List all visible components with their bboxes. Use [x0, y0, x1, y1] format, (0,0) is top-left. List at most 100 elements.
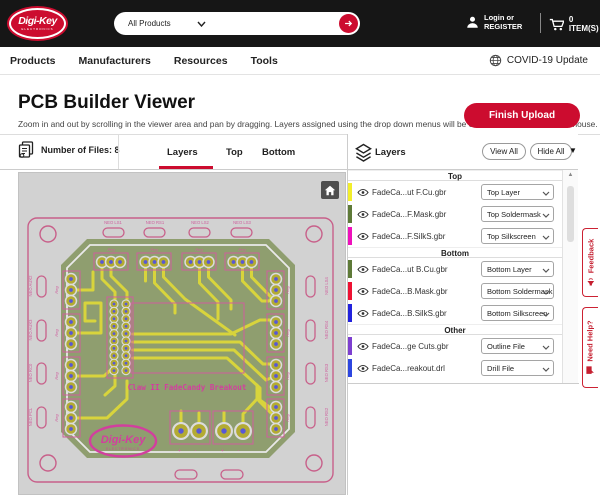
eye-visibility-icon[interactable] — [357, 309, 369, 318]
eye-visibility-icon[interactable] — [357, 342, 369, 351]
cart-button[interactable]: 0 ITEM(S) — [549, 15, 600, 33]
layer-assignment-select[interactable]: Top Soldermask — [481, 206, 554, 222]
layer-row: FadeCa...ut B.Cu.gbr Bottom Layer — [348, 258, 562, 280]
layer-color-bar — [348, 260, 352, 278]
layer-color-bar — [348, 337, 352, 355]
layer-assignment-select[interactable]: Top Layer — [481, 184, 554, 200]
layer-row: FadeCa...ge Cuts.gbr Outline File — [348, 335, 562, 357]
layer-assignment-select[interactable]: Top Silkscreen — [481, 228, 554, 244]
layer-file-name: FadeCa...B.SilkS.gbr — [372, 309, 447, 318]
chevron-down-icon — [542, 191, 550, 196]
files-count-label: Number of Files: 8 — [41, 145, 120, 155]
chevron-down-icon — [542, 213, 550, 218]
divider — [0, 169, 347, 170]
view-all-button[interactable]: View All — [482, 143, 526, 160]
search-category-select[interactable]: All Products — [128, 19, 171, 28]
files-icon — [18, 141, 34, 158]
layers-panel-title: Layers — [375, 147, 406, 158]
layer-row: FadeCa...B.Mask.gbr Bottom Soldermask — [348, 280, 562, 302]
feedback-label: Feedback — [586, 239, 595, 274]
section-header-other: Other — [348, 324, 562, 335]
board-label: NEO AUX3 — [28, 319, 33, 341]
board-label: NEO LS4 — [324, 276, 329, 294]
reg-label: Reg — [285, 329, 290, 337]
layer-file-name: FadeCa...ut F.Cu.gbr — [372, 188, 446, 197]
covid-label: COVID-19 Update — [507, 55, 588, 66]
layer-row: FadeCa...F.Mask.gbr Top Soldermask — [348, 203, 562, 225]
eye-visibility-icon[interactable] — [357, 287, 369, 296]
layer-assignment-select[interactable]: Bottom Soldermask — [481, 283, 554, 299]
layer-file-name: FadeCa...F.Mask.gbr — [372, 210, 446, 219]
speech-bubble-icon — [586, 366, 595, 375]
search-submit-button[interactable] — [339, 14, 358, 33]
scrollbar-thumb[interactable] — [567, 186, 574, 242]
nav-products[interactable]: Products — [10, 55, 56, 67]
eye-visibility-icon[interactable] — [357, 364, 369, 373]
need-help-tab[interactable]: Need Help? — [582, 307, 598, 388]
layers-panel: Layers View All Hide All ▼ Top FadeCa...… — [347, 134, 578, 495]
reg-label: Reg — [285, 372, 290, 380]
reg-label: Reg — [107, 247, 115, 252]
chevron-down-icon — [542, 367, 550, 372]
layer-file-name: FadeCa...B.Mask.gbr — [372, 287, 448, 296]
eye-visibility-icon[interactable] — [357, 210, 369, 219]
chevron-down-icon — [542, 235, 550, 240]
finish-upload-button[interactable]: Finish Upload — [464, 103, 580, 128]
chevron-down-icon — [542, 312, 550, 317]
search-bar[interactable]: All Products — [114, 12, 360, 35]
divider — [118, 135, 119, 169]
header-divider — [540, 13, 541, 33]
layer-row: FadeCa...B.SilkS.gbr Bottom Silkscreen — [348, 302, 562, 324]
layers-panel-header: Layers View All Hide All ▼ — [348, 134, 578, 170]
feedback-tab[interactable]: Feedback — [582, 228, 598, 297]
cart-icon — [549, 17, 564, 32]
tab-bottom[interactable]: Bottom — [262, 147, 295, 158]
layer-assignment-select[interactable]: Drill File — [481, 360, 554, 376]
nav-resources[interactable]: Resources — [174, 55, 228, 67]
pcb-board-svg[interactable]: NEO LS1 NEO RS1 NEO LS2 NEO LS3 NEO AUX2… — [19, 173, 347, 495]
page-title: PCB Builder Viewer — [18, 92, 195, 114]
layer-row: FadeCa...ut F.Cu.gbr Top Layer — [348, 181, 562, 203]
chevron-down-icon[interactable] — [197, 21, 206, 27]
covid-update-link[interactable]: COVID-19 Update — [489, 54, 588, 67]
layer-assignment-select[interactable]: Bottom Silkscreen — [481, 305, 554, 321]
collapse-panel-caret[interactable]: ▼ — [569, 146, 577, 155]
tab-top[interactable]: Top — [226, 147, 243, 158]
layer-assignment-select[interactable]: Outline File — [481, 338, 554, 354]
layer-assignment-select[interactable]: Bottom Layer — [481, 261, 554, 277]
home-reset-view-button[interactable] — [321, 181, 339, 199]
hide-all-button[interactable]: Hide All — [530, 143, 572, 160]
nav-manufacturers[interactable]: Manufacturers — [79, 55, 151, 67]
layer-row: FadeCa...reakout.drl Drill File — [348, 357, 562, 379]
layer-file-name: FadeCa...F.SilkS.gbr — [372, 232, 445, 241]
top-header: Digi-Key ELECTRONICS All Products Login … — [0, 0, 600, 47]
scroll-up-arrow[interactable]: ▲ — [563, 172, 578, 178]
reg-label: Reg — [54, 329, 59, 337]
chevron-down-icon — [542, 290, 550, 295]
eye-visibility-icon[interactable] — [357, 232, 369, 241]
layer-row: FadeCa...F.SilkS.gbr Top Silkscreen — [348, 225, 562, 247]
tab-layers[interactable]: Layers — [167, 147, 198, 158]
eye-visibility-icon[interactable] — [357, 188, 369, 197]
pcb-viewer[interactable]: NEO LS1 NEO RS1 NEO LS2 NEO LS3 NEO AUX2… — [18, 172, 346, 495]
reg-label: Reg — [285, 414, 290, 422]
login-register[interactable]: Login or REGISTER — [466, 13, 522, 31]
layers-icon — [355, 143, 372, 167]
board-title: Claw II FadeCandy Breakout — [128, 383, 247, 392]
nav-tools[interactable]: Tools — [251, 55, 278, 67]
digikey-logo[interactable]: Digi-Key ELECTRONICS — [9, 8, 66, 39]
need-help-label: Need Help? — [586, 320, 595, 361]
layer-file-name: FadeCa...reakout.drl — [372, 364, 445, 373]
reg-label: Reg — [54, 286, 59, 294]
layer-color-bar — [348, 304, 352, 322]
board-label: NEO LS2 — [191, 220, 209, 225]
board-label: NEO RS2 — [324, 407, 329, 426]
number-of-files: Number of Files: 8 — [18, 141, 120, 158]
board-label: NEO RS3 — [324, 363, 329, 382]
board-label: NEO LS3 — [233, 220, 251, 225]
panel-scrollbar[interactable]: ▲ — [562, 170, 578, 383]
layer-color-bar — [348, 183, 352, 201]
board-label: NEO RS1 — [146, 220, 165, 225]
eye-visibility-icon[interactable] — [357, 265, 369, 274]
login-line1: Login or — [484, 13, 522, 22]
